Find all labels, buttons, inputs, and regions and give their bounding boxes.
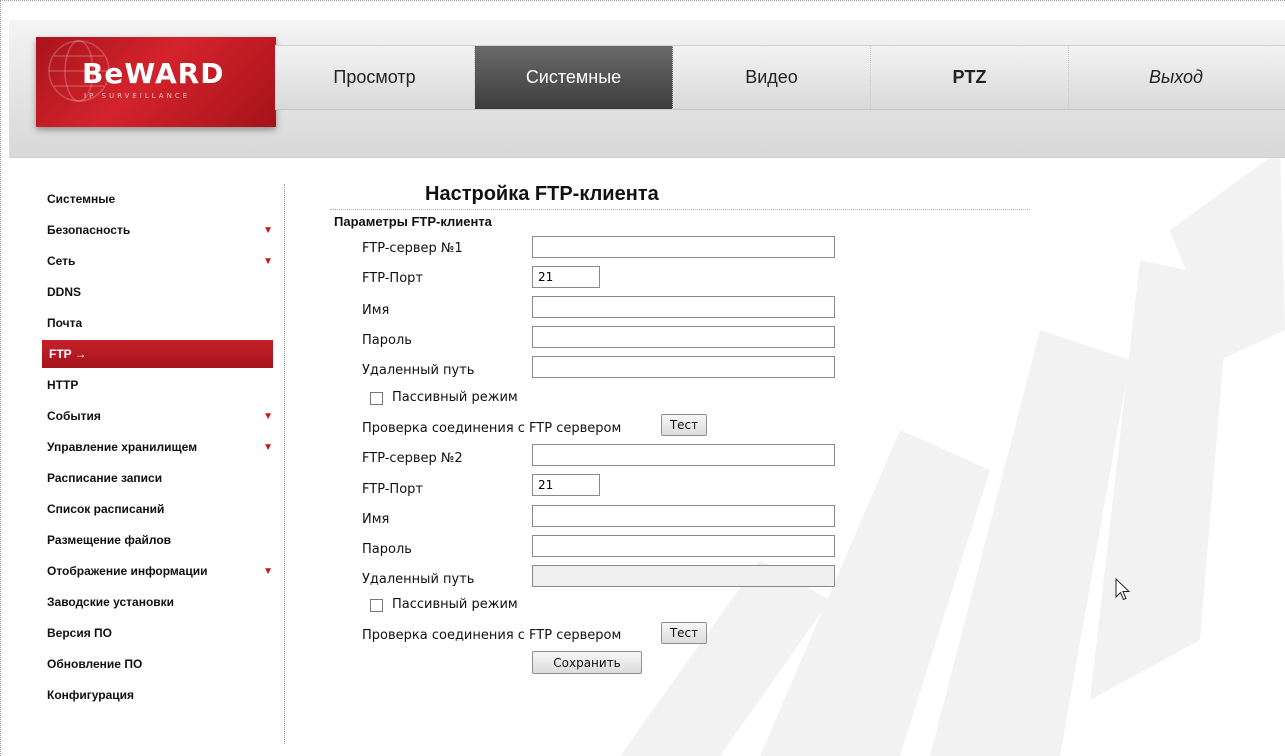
sidebar-item-firmware-version[interactable]: Версия ПО	[40, 618, 273, 649]
beward-logo[interactable]: BeWARD IP SURVEILLANCE	[36, 37, 276, 127]
logo-subtitle: IP SURVEILLANCE	[84, 92, 191, 100]
triangle-down-icon: ▼	[263, 225, 273, 236]
ftp-path1-input[interactable]	[532, 356, 835, 378]
sidebar-item-label: Сеть	[47, 254, 76, 268]
sidebar-item-storage[interactable]: Управление хранилищем ▼	[40, 432, 273, 463]
sidebar-item-label: Отображение информации	[47, 564, 208, 578]
sidebar-item-label: Безопасность	[47, 223, 131, 237]
triangle-down-icon: ▼	[263, 256, 273, 267]
sidebar-item-label: FTP	[49, 347, 72, 361]
tab-video[interactable]: Видео	[673, 46, 871, 109]
save-button[interactable]: Сохранить	[532, 651, 642, 674]
ftp-name1-label: Имя	[362, 303, 390, 318]
sidebar-item-label: HTTP	[47, 378, 79, 392]
ftp-password1-input[interactable]	[532, 326, 835, 348]
passive-mode1-label: Пассивный режим	[392, 390, 518, 405]
sidebar-item-factory-defaults[interactable]: Заводские установки	[40, 587, 273, 618]
ftp-port1-label: FTP-Порт	[362, 271, 423, 286]
tab-logout[interactable]: Выход	[1069, 46, 1283, 109]
ftp-path2-input[interactable]	[532, 565, 835, 587]
sidebar-item-events[interactable]: События ▼	[40, 401, 273, 432]
ftp-server1-input[interactable]	[532, 236, 835, 258]
tab-system[interactable]: Системные	[475, 46, 673, 109]
top-header: BeWARD IP SURVEILLANCE Просмотр Системны…	[9, 20, 1285, 158]
sidebar-item-ddns[interactable]: DDNS	[40, 277, 273, 308]
ftp-password2-label: Пароль	[362, 542, 412, 557]
sidebar-item-label: Расписание записи	[47, 471, 163, 485]
ftp-server1-label: FTP-сервер №1	[362, 241, 463, 256]
passive-mode1-checkbox[interactable]	[370, 392, 383, 405]
test2-button[interactable]: Тест	[661, 622, 707, 644]
sidebar-item-file-location[interactable]: Размещение файлов	[40, 525, 273, 556]
tab-ptz[interactable]: PTZ	[871, 46, 1069, 109]
passive-mode2-label: Пассивный режим	[392, 597, 518, 612]
sidebar-item-label: Конфигурация	[47, 688, 135, 702]
page-title: Настройка FTP-клиента	[425, 183, 659, 205]
ftp-server2-label: FTP-сервер №2	[362, 451, 463, 466]
sidebar-item-label: Версия ПО	[47, 626, 113, 640]
triangle-down-icon: ▼	[263, 411, 273, 422]
logo-text: BeWARD	[82, 57, 225, 90]
section-heading: Параметры FTP-клиента	[334, 214, 492, 229]
sidebar-item-label: Почта	[47, 316, 83, 330]
ftp-port2-input[interactable]	[532, 474, 600, 496]
mouse-cursor-icon	[1115, 578, 1131, 601]
sidebar-item-label: Системные	[47, 192, 116, 206]
ftp-path1-label: Удаленный путь	[362, 363, 475, 378]
sidebar-item-mail[interactable]: Почта	[40, 308, 273, 339]
test-connection1-label: Проверка соединения с FTP сервером	[362, 421, 622, 436]
sidebar-item-http[interactable]: HTTP	[40, 370, 273, 401]
sidebar-item-firmware-update[interactable]: Обновление ПО	[40, 649, 273, 680]
ftp-name2-input[interactable]	[532, 505, 835, 527]
tab-view[interactable]: Просмотр	[275, 46, 475, 109]
test1-button[interactable]: Тест	[661, 414, 707, 436]
sidebar-item-schedule-list[interactable]: Список расписаний	[40, 494, 273, 525]
sidebar-item-configuration[interactable]: Конфигурация	[40, 680, 273, 711]
triangle-down-icon: ▼	[263, 442, 273, 453]
sidebar-item-label: DDNS	[47, 285, 82, 299]
ftp-password1-label: Пароль	[362, 333, 412, 348]
sidebar-item-system[interactable]: Системные	[40, 184, 273, 215]
sidebar-item-label: Обновление ПО	[47, 657, 143, 671]
sidebar-item-security[interactable]: Безопасность ▼	[40, 215, 273, 246]
ftp-path2-label: Удаленный путь	[362, 572, 475, 587]
sidebar-item-info-display[interactable]: Отображение информации ▼	[40, 556, 273, 587]
main-nav: Просмотр Системные Видео PTZ Выход	[275, 45, 1285, 110]
title-divider	[330, 209, 1030, 210]
ftp-name1-input[interactable]	[532, 296, 835, 318]
sidebar-item-label: Заводские установки	[47, 595, 175, 609]
sidebar-item-label: События	[47, 409, 101, 423]
sidebar-item-ftp[interactable]: FTP →	[42, 340, 273, 368]
ftp-port1-input[interactable]	[532, 266, 600, 288]
sidebar: Системные Безопасность ▼ Сеть ▼ DDNS Почта…	[40, 184, 285, 744]
test-connection2-label: Проверка соединения с FTP сервером	[362, 628, 622, 643]
sidebar-item-label: Размещение файлов	[47, 533, 172, 547]
ftp-server2-input[interactable]	[532, 444, 835, 466]
ftp-port2-label: FTP-Порт	[362, 482, 423, 497]
arrow-right-icon: →	[74, 347, 87, 361]
sidebar-item-network[interactable]: Сеть ▼	[40, 246, 273, 277]
sidebar-item-label: Управление хранилищем	[47, 440, 198, 454]
triangle-down-icon: ▼	[263, 566, 273, 577]
sidebar-item-record-schedule[interactable]: Расписание записи	[40, 463, 273, 494]
passive-mode2-checkbox[interactable]	[370, 599, 383, 612]
sidebar-item-label: Список расписаний	[47, 502, 165, 516]
ftp-name2-label: Имя	[362, 512, 390, 527]
ftp-password2-input[interactable]	[532, 535, 835, 557]
